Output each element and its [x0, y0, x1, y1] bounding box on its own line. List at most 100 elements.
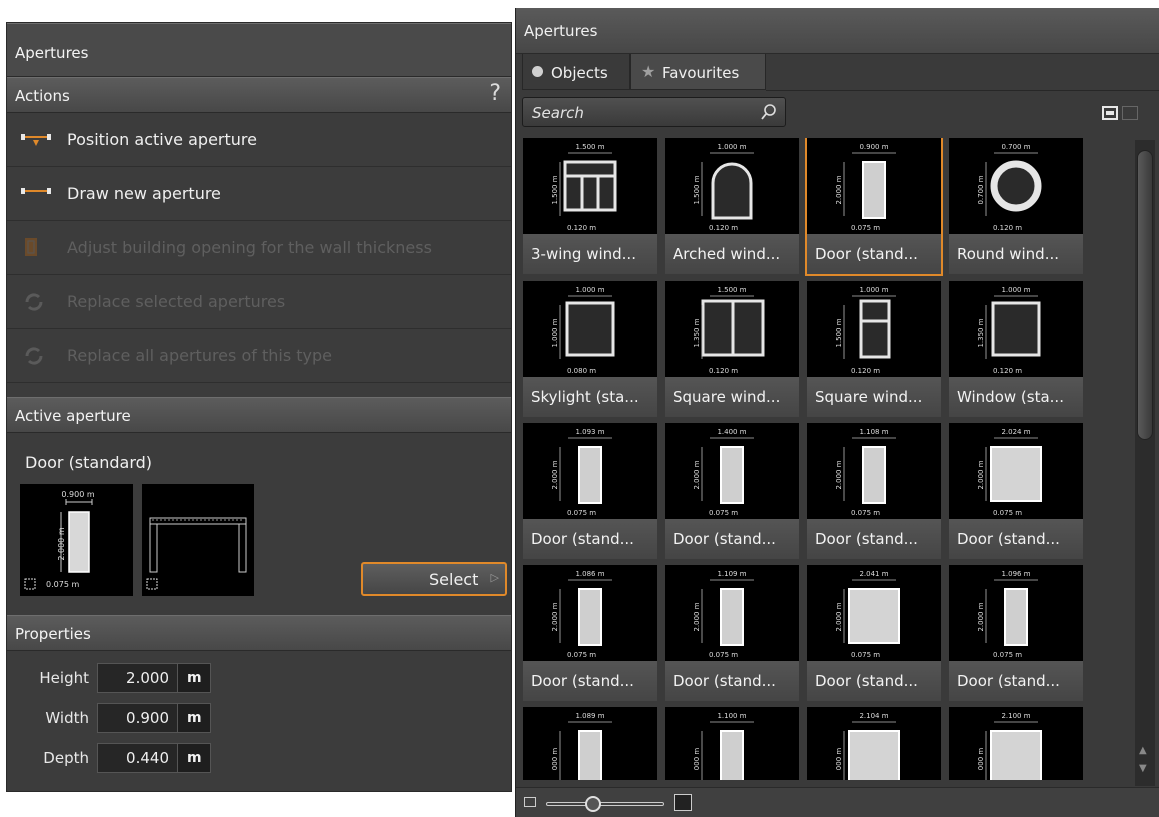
large-icons-view-icon[interactable]: [1102, 106, 1118, 120]
search-icon[interactable]: [761, 103, 777, 121]
aperture-thumbnail: 1.500 m 1.500 m 0.120 m: [523, 138, 657, 234]
apertures-panel: Apertures Actions ? Position active aper…: [6, 22, 512, 792]
tab-favourites[interactable]: ★ Favourites: [630, 54, 766, 90]
height-dimension: 1.000 m: [551, 318, 559, 347]
height-dimension: 2.000 m: [693, 460, 701, 489]
aperture-tile[interactable]: 1.000 m 1.500 m 0.120 m Square wind...: [806, 281, 942, 418]
properties-header-label: Properties: [15, 625, 91, 643]
properties-header[interactable]: Properties: [7, 615, 511, 651]
aperture-tile[interactable]: 1.000 m 1.350 m 0.120 m Window (sta...: [948, 281, 1084, 418]
search-input[interactable]: Search: [522, 97, 786, 127]
draw-aperture-icon: [21, 184, 53, 204]
replace-all-icon: [21, 346, 53, 366]
height-dimension: 0.700 m: [977, 175, 985, 204]
search-placeholder: Search: [532, 104, 584, 122]
action-label: Position active aperture: [67, 130, 257, 149]
aperture-tile[interactable]: 1.108 m 2.000 m 0.075 m Door (stand...: [806, 423, 942, 560]
aperture-tile-label: Door (stand...: [949, 519, 1083, 559]
height-dimension: 2.000 m: [835, 460, 843, 489]
depth-dimension: 0.075 m: [851, 509, 880, 517]
chevron-right-icon: ▷: [490, 571, 499, 584]
aperture-thumbnail: 2.104 m 000 m: [807, 707, 941, 780]
aperture-tile[interactable]: 1.096 m 2.000 m 0.075 m Door (stand...: [948, 565, 1084, 702]
active-aperture-plan-preview[interactable]: 0.900 m 2.000 m 0.075 m: [20, 484, 133, 596]
tab-objects[interactable]: Objects: [522, 54, 630, 90]
aperture-tile[interactable]: 1.100 m 000 m: [664, 707, 800, 780]
scroll-up-icon[interactable]: ▲: [1139, 745, 1147, 756]
preview-width-dim: 0.900 m: [61, 490, 94, 499]
aperture-thumbnail: 0.900 m 2.000 m 0.075 m: [807, 138, 941, 234]
aperture-tile[interactable]: 1.086 m 2.000 m 0.075 m Door (stand...: [522, 565, 658, 702]
aperture-tile[interactable]: 1.093 m 2.000 m 0.075 m Door (stand...: [522, 423, 658, 560]
aperture-tile[interactable]: 1.000 m 1.000 m 0.080 m Skylight (sta...: [522, 281, 658, 418]
zoom-slider-handle[interactable]: [585, 796, 602, 812]
action-label: Replace selected apertures: [67, 292, 286, 311]
aperture-tile-label: Door (stand...: [523, 661, 657, 701]
width-dimension: 1.086 m: [575, 570, 604, 578]
height-dimension: 000 m: [835, 748, 843, 771]
aperture-tile[interactable]: 0.900 m 2.000 m 0.075 m Door (stand...: [805, 138, 943, 276]
height-dimension: 2.000 m: [551, 602, 559, 631]
aperture-tile-label: Door (stand...: [665, 661, 799, 701]
active-aperture-section-preview[interactable]: [142, 484, 254, 596]
height-dimension: 1.500 m: [551, 175, 559, 204]
replace-selected-icon: [21, 292, 53, 312]
aperture-tile[interactable]: 1.089 m 000 m: [522, 707, 658, 780]
active-aperture-header[interactable]: Active aperture: [7, 397, 511, 433]
aperture-tile-label: Door (stand...: [523, 519, 657, 559]
scroll-down-icon[interactable]: ▼: [1139, 763, 1147, 774]
width-dimension: 1.000 m: [859, 286, 888, 294]
aperture-tile-label: Skylight (sta...: [523, 377, 657, 417]
aperture-tile[interactable]: 1.500 m 1.350 m 0.120 m Square wind...: [664, 281, 800, 418]
aperture-tile[interactable]: 0.700 m 0.700 m 0.120 m Round wind...: [948, 138, 1084, 275]
aperture-tile[interactable]: 2.024 m 2.000 m 0.075 m Door (stand...: [948, 423, 1084, 560]
list-view-icon[interactable]: [1122, 106, 1138, 120]
width-dimension: 0.900 m: [859, 143, 888, 151]
property-label: Depth: [43, 749, 89, 767]
unit-label: m: [177, 743, 211, 773]
depth-field[interactable]: 0.440: [97, 743, 177, 773]
adjust-opening-icon: [21, 238, 53, 258]
panel-title-text: Apertures: [15, 44, 89, 62]
help-icon[interactable]: ?: [489, 81, 501, 106]
height-dimension: 1.350 m: [977, 318, 985, 347]
height-dimension: 2.000 m: [835, 602, 843, 631]
select-button[interactable]: Select ▷: [361, 562, 507, 596]
aperture-tile[interactable]: 1.000 m 1.500 m 0.120 m Arched wind...: [664, 138, 800, 275]
width-dimension: 0.700 m: [1001, 143, 1030, 151]
aperture-tile-label: Door (stand...: [807, 519, 941, 559]
property-depth: Depth 0.440 m: [7, 743, 513, 773]
zoom-slider[interactable]: [546, 802, 664, 806]
scrollbar[interactable]: ▲ ▼: [1135, 140, 1155, 786]
aperture-tile[interactable]: 1.400 m 2.000 m 0.075 m Door (stand...: [664, 423, 800, 560]
depth-dimension: 0.080 m: [567, 367, 596, 375]
height-dimension: 1.500 m: [693, 175, 701, 204]
width-field[interactable]: 0.900: [97, 703, 177, 733]
aperture-tile[interactable]: 2.041 m 2.000 m 0.075 m Door (stand...: [806, 565, 942, 702]
action-position-aperture[interactable]: Position active aperture: [7, 113, 511, 167]
depth-dimension: 0.075 m: [567, 651, 596, 659]
actions-header[interactable]: Actions ?: [7, 77, 511, 113]
small-thumbnail-icon[interactable]: [524, 797, 536, 807]
action-draw-aperture[interactable]: Draw new aperture: [7, 167, 511, 221]
depth-dimension: 0.075 m: [993, 651, 1022, 659]
aperture-thumbnail: 1.089 m 000 m: [523, 707, 657, 780]
action-label: Draw new aperture: [67, 184, 221, 203]
large-thumbnail-icon[interactable]: [674, 794, 692, 811]
aperture-grid: 1.500 m 1.500 m 0.120 m 3-wing wind... 1…: [522, 138, 1127, 780]
select-button-label: Select: [429, 570, 479, 589]
catalog-title: Apertures: [516, 8, 1159, 54]
aperture-thumbnail: 1.100 m 000 m: [665, 707, 799, 780]
height-dimension: 1.350 m: [693, 318, 701, 347]
aperture-tile-label: Door (stand...: [665, 519, 799, 559]
height-field[interactable]: 2.000: [97, 663, 177, 693]
aperture-tile[interactable]: 1.500 m 1.500 m 0.120 m 3-wing wind...: [522, 138, 658, 275]
aperture-tile[interactable]: 1.109 m 2.000 m 0.075 m Door (stand...: [664, 565, 800, 702]
aperture-tile[interactable]: 2.104 m 000 m: [806, 707, 942, 780]
action-label: Adjust building opening for the wall thi…: [67, 238, 432, 257]
depth-dimension: 0.075 m: [851, 224, 880, 232]
scrollbar-thumb[interactable]: [1137, 150, 1153, 440]
height-dimension: 2.000 m: [835, 175, 843, 204]
width-dimension: 1.109 m: [717, 570, 746, 578]
aperture-tile[interactable]: 2.100 m 000 m: [948, 707, 1084, 780]
